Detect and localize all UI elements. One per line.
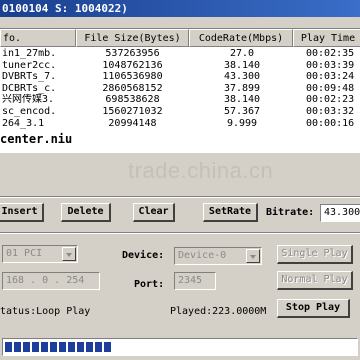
clear-button[interactable]: Clear	[133, 203, 175, 222]
cell-play-time: 00:09:48	[306, 82, 355, 94]
divider	[0, 232, 360, 234]
column-header-code-rate[interactable]: CodeRate(Mbps)	[189, 29, 293, 47]
cell-info: DVBRTs_7.	[2, 71, 57, 83]
window-title: 0100104 S: 1004022)	[0, 0, 360, 17]
cell-code-rate: 38.140	[223, 94, 261, 106]
column-header-file-size[interactable]: File Size(Bytes)	[76, 29, 189, 47]
divider	[0, 196, 360, 198]
cell-play-time: 00:02:23	[306, 94, 355, 106]
progress-segment	[23, 342, 30, 352]
insert-button[interactable]: Insert	[0, 203, 44, 222]
progress-segment	[5, 342, 12, 352]
cell-file-size: 20994148	[108, 117, 157, 129]
progress-segment	[77, 342, 84, 352]
column-header-info[interactable]: fo.	[0, 29, 76, 47]
port-input[interactable]: 2345	[174, 272, 216, 290]
cell-file-size: 1106536980	[102, 71, 163, 83]
playback-progress-bar	[2, 338, 358, 356]
cell-info: DCBRTs_c.	[2, 82, 57, 94]
ip-address-field[interactable]: 168 . 0 . 254	[2, 272, 100, 290]
progress-segment	[95, 342, 102, 352]
bitrate-input[interactable]: 43.300	[320, 204, 360, 222]
cell-code-rate: 38.140	[223, 59, 261, 71]
pci-select[interactable]: 01 PCI	[2, 245, 78, 263]
cell-code-rate: 43.300	[223, 71, 261, 83]
cell-play-time: 00:00:16	[306, 117, 355, 129]
setrate-button[interactable]: SetRate	[203, 203, 258, 222]
chevron-down-icon[interactable]	[246, 249, 260, 263]
device-select[interactable]: Device-0	[174, 247, 262, 265]
bitrate-label: Bitrate:	[266, 207, 315, 218]
table-row[interactable]: tuner2cc. 1048762136 38.140 00:03:39	[0, 60, 360, 72]
progress-segment	[68, 342, 75, 352]
cell-file-size: 2860568152	[102, 82, 163, 94]
table-body: in1_27mb. 537263956 27.0 00:02:35 tuner2cc. 1…	[0, 48, 360, 129]
cell-info: sc_encod.	[2, 105, 57, 117]
status-text: tatus:Loop Play	[0, 306, 91, 317]
watermark: trade.china.cn	[128, 158, 274, 183]
cell-play-time: 00:02:35	[306, 48, 355, 59]
table-header: fo. File Size(Bytes) CodeRate(Mbps) Play…	[0, 29, 360, 47]
device-label: Device:	[122, 250, 165, 261]
cell-play-time: 00:03:39	[306, 59, 355, 71]
stop-play-button[interactable]: Stop Play	[277, 299, 350, 318]
cell-code-rate: 37.899	[223, 82, 261, 94]
delete-button[interactable]: Delete	[61, 203, 111, 222]
progress-fill	[5, 342, 113, 352]
table-row[interactable]: in1_27mb. 537263956 27.0 00:02:35	[0, 48, 360, 60]
single-play-button[interactable]: Single Play	[277, 245, 353, 264]
column-header-play-time[interactable]: Play Time	[293, 29, 360, 47]
played-amount: Played:223.0000M	[170, 306, 267, 317]
chevron-down-icon[interactable]	[62, 247, 76, 261]
progress-segment	[14, 342, 21, 352]
table-row[interactable]: 兴网传媒3. 698538628 38.140 00:02:23	[0, 94, 360, 106]
normal-play-button[interactable]: Normal Play	[277, 271, 353, 290]
overlay-label: center.niu	[0, 132, 73, 146]
cell-code-rate: 9.999	[226, 117, 258, 129]
table-row[interactable]: 264_3.1 20994148 9.999 00:00:16	[0, 118, 360, 130]
cell-play-time: 00:03:32	[306, 105, 355, 117]
cell-file-size: 1560271032	[102, 105, 163, 117]
progress-segment	[86, 342, 93, 352]
progress-segment	[59, 342, 66, 352]
cell-file-size: 698538628	[105, 94, 160, 106]
cell-info: 264_3.1	[2, 117, 45, 129]
cell-code-rate: 57.367	[223, 105, 261, 117]
table-row[interactable]: DVBRTs_7. 1106536980 43.300 00:03:24	[0, 71, 360, 83]
cell-code-rate: 27.0	[229, 48, 255, 59]
port-label: Port:	[134, 279, 165, 290]
cell-play-time: 00:03:24	[306, 71, 355, 83]
table-row[interactable]: DCBRTs_c. 2860568152 37.899 00:09:48	[0, 83, 360, 95]
cell-info: tuner2cc.	[2, 59, 57, 71]
cell-file-size: 1048762136	[102, 59, 163, 71]
cell-info: 兴网传媒3.	[2, 94, 55, 106]
progress-segment	[41, 342, 48, 352]
cell-info: in1_27mb.	[2, 48, 57, 59]
progress-segment	[50, 342, 57, 352]
cell-file-size: 537263956	[105, 48, 160, 59]
progress-segment	[104, 342, 111, 352]
pci-select-value: 01 PCI	[6, 248, 43, 259]
device-select-value: Device-0	[178, 250, 227, 261]
table-row[interactable]: sc_encod. 1560271032 57.367 00:03:32	[0, 106, 360, 118]
progress-segment	[32, 342, 39, 352]
